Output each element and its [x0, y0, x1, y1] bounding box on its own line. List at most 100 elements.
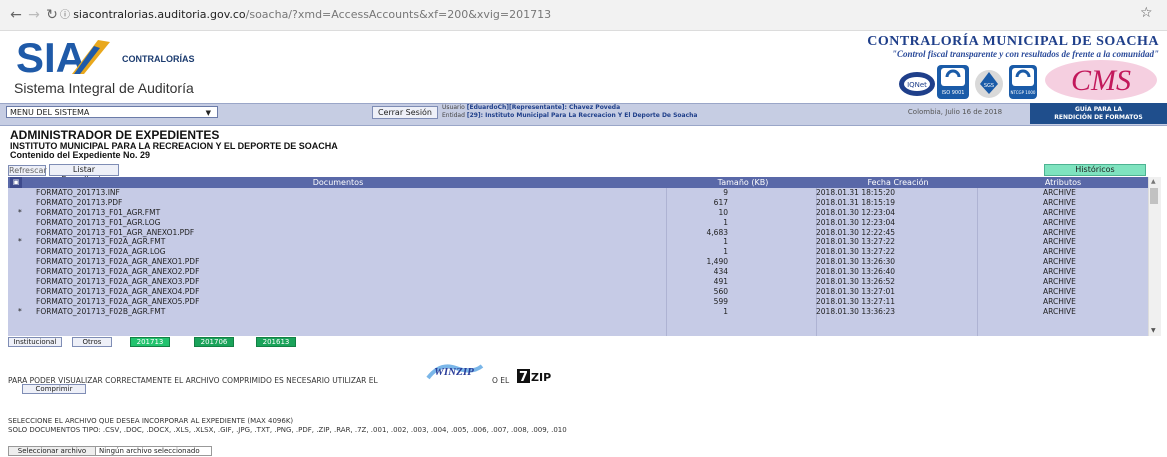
file-size: 10 [718, 207, 728, 217]
svg-text:SGS: SGS [984, 83, 994, 89]
document-name: FORMATO_201713_F02A_AGR.LOG [36, 247, 166, 257]
file-size: 599 [713, 296, 728, 306]
url-host: siacontralorias.auditoria.gov.co [73, 8, 246, 21]
table-row[interactable]: FORMATO_201713_F02A_AGR.LOG 1 2018.01.30 1… [8, 247, 1148, 257]
tab-year-201613[interactable]: 201613 [256, 337, 296, 347]
back-icon[interactable]: ← [6, 5, 26, 25]
allowed-types: SOLO DOCUMENTOS TIPO: .CSV, .DOC, .DOCX,… [8, 426, 567, 434]
file-size: 1 [723, 306, 728, 316]
or-text: O EL [492, 376, 510, 385]
file-size: 617 [713, 197, 728, 207]
upload-instruction: SELECCIONE EL ARCHIVO QUE DESEA INCORPOR… [8, 417, 294, 425]
tab-otros[interactable]: Otros [72, 337, 112, 347]
selected-file-status: Ningún archivo seleccionado [96, 446, 212, 456]
document-name: FORMATO_201713.INF [36, 188, 120, 197]
col-size[interactable]: Tamaño (KB) [668, 177, 818, 188]
ntcgp-badge-icon: NTCGP 1000 [1009, 65, 1037, 99]
table-scroll-thumb[interactable] [1150, 188, 1158, 204]
org-title: CONTRALORÍA MUNICIPAL DE SOACHA [867, 34, 1159, 49]
file-attributes: ARCHIVE [1043, 296, 1076, 306]
reload-icon[interactable]: ↻ [42, 5, 62, 25]
table-row[interactable]: * FORMATO_201713_F02A_AGR.FMT 1 2018.01.30 … [8, 237, 1148, 247]
svg-text:IQNet: IQNet [907, 81, 927, 89]
creation-date: 2018.01.30 13:27:01 [816, 286, 896, 296]
file-attributes: ARCHIVE [1043, 237, 1076, 247]
table-row[interactable]: FORMATO_201713_F02A_AGR_ANEXO4.PDF 560 201… [8, 287, 1148, 297]
file-size: 4,683 [706, 227, 728, 237]
svg-text:NTCGP 1000: NTCGP 1000 [1011, 90, 1036, 95]
historicos-button[interactable]: Históricos [1044, 164, 1146, 176]
sia-logo: SIA [16, 34, 110, 76]
row-mark: * [18, 306, 22, 316]
tab-institucional[interactable]: Institucional [8, 337, 62, 347]
system-name: Sistema Integral de Auditoría [14, 80, 194, 96]
current-date: Colombia, Julio 16 de 2018 [907, 108, 1003, 116]
refresh-button[interactable]: Refrescar [8, 165, 47, 176]
address-bar[interactable]: ⓘ siacontralorias.auditoria.gov.co/soach… [60, 5, 1150, 25]
creation-date: 2018.01.30 13:27:22 [816, 237, 896, 247]
table-row[interactable]: FORMATO_201713_F01_AGR_ANEXO1.PDF 4,683 20… [8, 228, 1148, 238]
document-name: FORMATO_201713_F02B_AGR.FMT [36, 306, 166, 316]
creation-date: 2018.01.30 12:23:04 [816, 207, 896, 217]
col-documents[interactable]: Documentos [8, 177, 668, 188]
sgs-badge-icon: SGS [975, 70, 1003, 98]
table-row[interactable]: FORMATO_201713_F01_AGR.LOG 1 2018.01.30 12… [8, 218, 1148, 228]
forward-icon[interactable]: → [24, 5, 44, 25]
document-name: FORMATO_201713_F01_AGR_ANEXO1.PDF [36, 227, 195, 237]
table-row[interactable]: FORMATO_201713.PDF 617 2018.01.31 18:15:19… [8, 198, 1148, 208]
system-menu-select[interactable]: MENU DEL SISTEMA ▼ [6, 106, 218, 118]
svg-text:7: 7 [519, 370, 528, 383]
guide-line-2: RENDICIÓN DE FORMATOS [1054, 114, 1143, 121]
creation-date: 2018.01.31 18:15:20 [816, 188, 896, 197]
table-header: ▣ Documentos Tamaño (KB) Fecha Creación … [8, 177, 1148, 188]
creation-date: 2018.01.30 13:26:40 [816, 267, 896, 277]
dropdown-arrow-icon: ▼ [205, 109, 211, 117]
creation-date: 2018.01.30 12:22:45 [816, 227, 896, 237]
list-expediente-button[interactable]: Listar Expediente [49, 164, 119, 184]
document-name: FORMATO_201713_F01_AGR.LOG [36, 217, 161, 227]
table-row[interactable]: * FORMATO_201713_F02B_AGR.FMT 1 2018.01.30 … [8, 307, 1148, 317]
bookmark-star-icon[interactable]: ☆ [1140, 5, 1153, 21]
file-size: 560 [713, 286, 728, 296]
creation-date: 2018.01.30 13:26:30 [816, 257, 896, 267]
scroll-up-icon[interactable]: ▲ [1151, 178, 1156, 185]
table-row[interactable]: FORMATO_201713.INF 9 2018.01.31 18:15:20 AR… [8, 188, 1148, 198]
url-path: /soacha/?xmd=AccessAccounts&xf=200&xvig=… [245, 8, 552, 21]
document-name: FORMATO_201713_F01_AGR.FMT [36, 207, 161, 217]
7zip-logo[interactable]: 7 ZIP [517, 369, 555, 383]
file-size: 434 [713, 267, 728, 277]
table-row[interactable]: FORMATO_201713_F02A_AGR_ANEXO3.PDF 491 201… [8, 277, 1148, 287]
tab-year-201706[interactable]: 201706 [194, 337, 234, 347]
file-size: 491 [713, 277, 728, 287]
file-attributes: ARCHIVE [1043, 286, 1076, 296]
col-date[interactable]: Fecha Creación [818, 177, 978, 188]
logout-button[interactable]: Cerrar Sesión [372, 106, 438, 119]
col-attributes[interactable]: Atributos [978, 177, 1148, 188]
logo-subtitle: CONTRALORÍAS [122, 54, 195, 64]
compress-button[interactable]: Comprimir [22, 384, 86, 394]
file-attributes: ARCHIVE [1043, 257, 1076, 267]
info-icon: ⓘ [60, 10, 74, 21]
document-name: FORMATO_201713_F02A_AGR.FMT [36, 237, 166, 247]
row-mark: * [18, 237, 22, 247]
user-info: Usuario [EduardoCh][Representante]: Chav… [442, 104, 698, 119]
creation-date: 2018.01.30 13:26:52 [816, 277, 896, 287]
select-file-button[interactable]: Seleccionar archivo [8, 446, 96, 456]
guide-link[interactable]: GUÍA PARA LA RENDICIÓN DE FORMATOS [1030, 103, 1167, 124]
creation-date: 2018.01.30 13:36:23 [816, 306, 896, 316]
file-attributes: ARCHIVE [1043, 188, 1076, 197]
winzip-logo[interactable]: WINZIP [426, 360, 484, 382]
creation-date: 2018.01.30 13:27:22 [816, 247, 896, 257]
table-row[interactable]: FORMATO_201713_F02A_AGR_ANEXO5.PDF 599 201… [8, 297, 1148, 307]
table-row[interactable]: * FORMATO_201713_F01_AGR.FMT 10 2018.01.30 … [8, 208, 1148, 218]
document-name: FORMATO_201713_F02A_AGR_ANEXO4.PDF [36, 286, 200, 296]
file-size: 1 [723, 247, 728, 257]
file-attributes: ARCHIVE [1043, 277, 1076, 287]
table-row[interactable]: FORMATO_201713_F02A_AGR_ANEXO2.PDF 434 201… [8, 267, 1148, 277]
iqnet-badge-icon: IQNet [899, 72, 935, 96]
entity-value: [29]: Instituto Municipal Para La Recrea… [466, 112, 698, 119]
table-row[interactable]: FORMATO_201713_F02A_AGR_ANEXO1.PDF 1,490 2… [8, 257, 1148, 267]
tab-year-201713[interactable]: 201713 [130, 337, 170, 347]
scroll-down-icon[interactable]: ▼ [1151, 327, 1156, 334]
file-size: 1 [723, 217, 728, 227]
